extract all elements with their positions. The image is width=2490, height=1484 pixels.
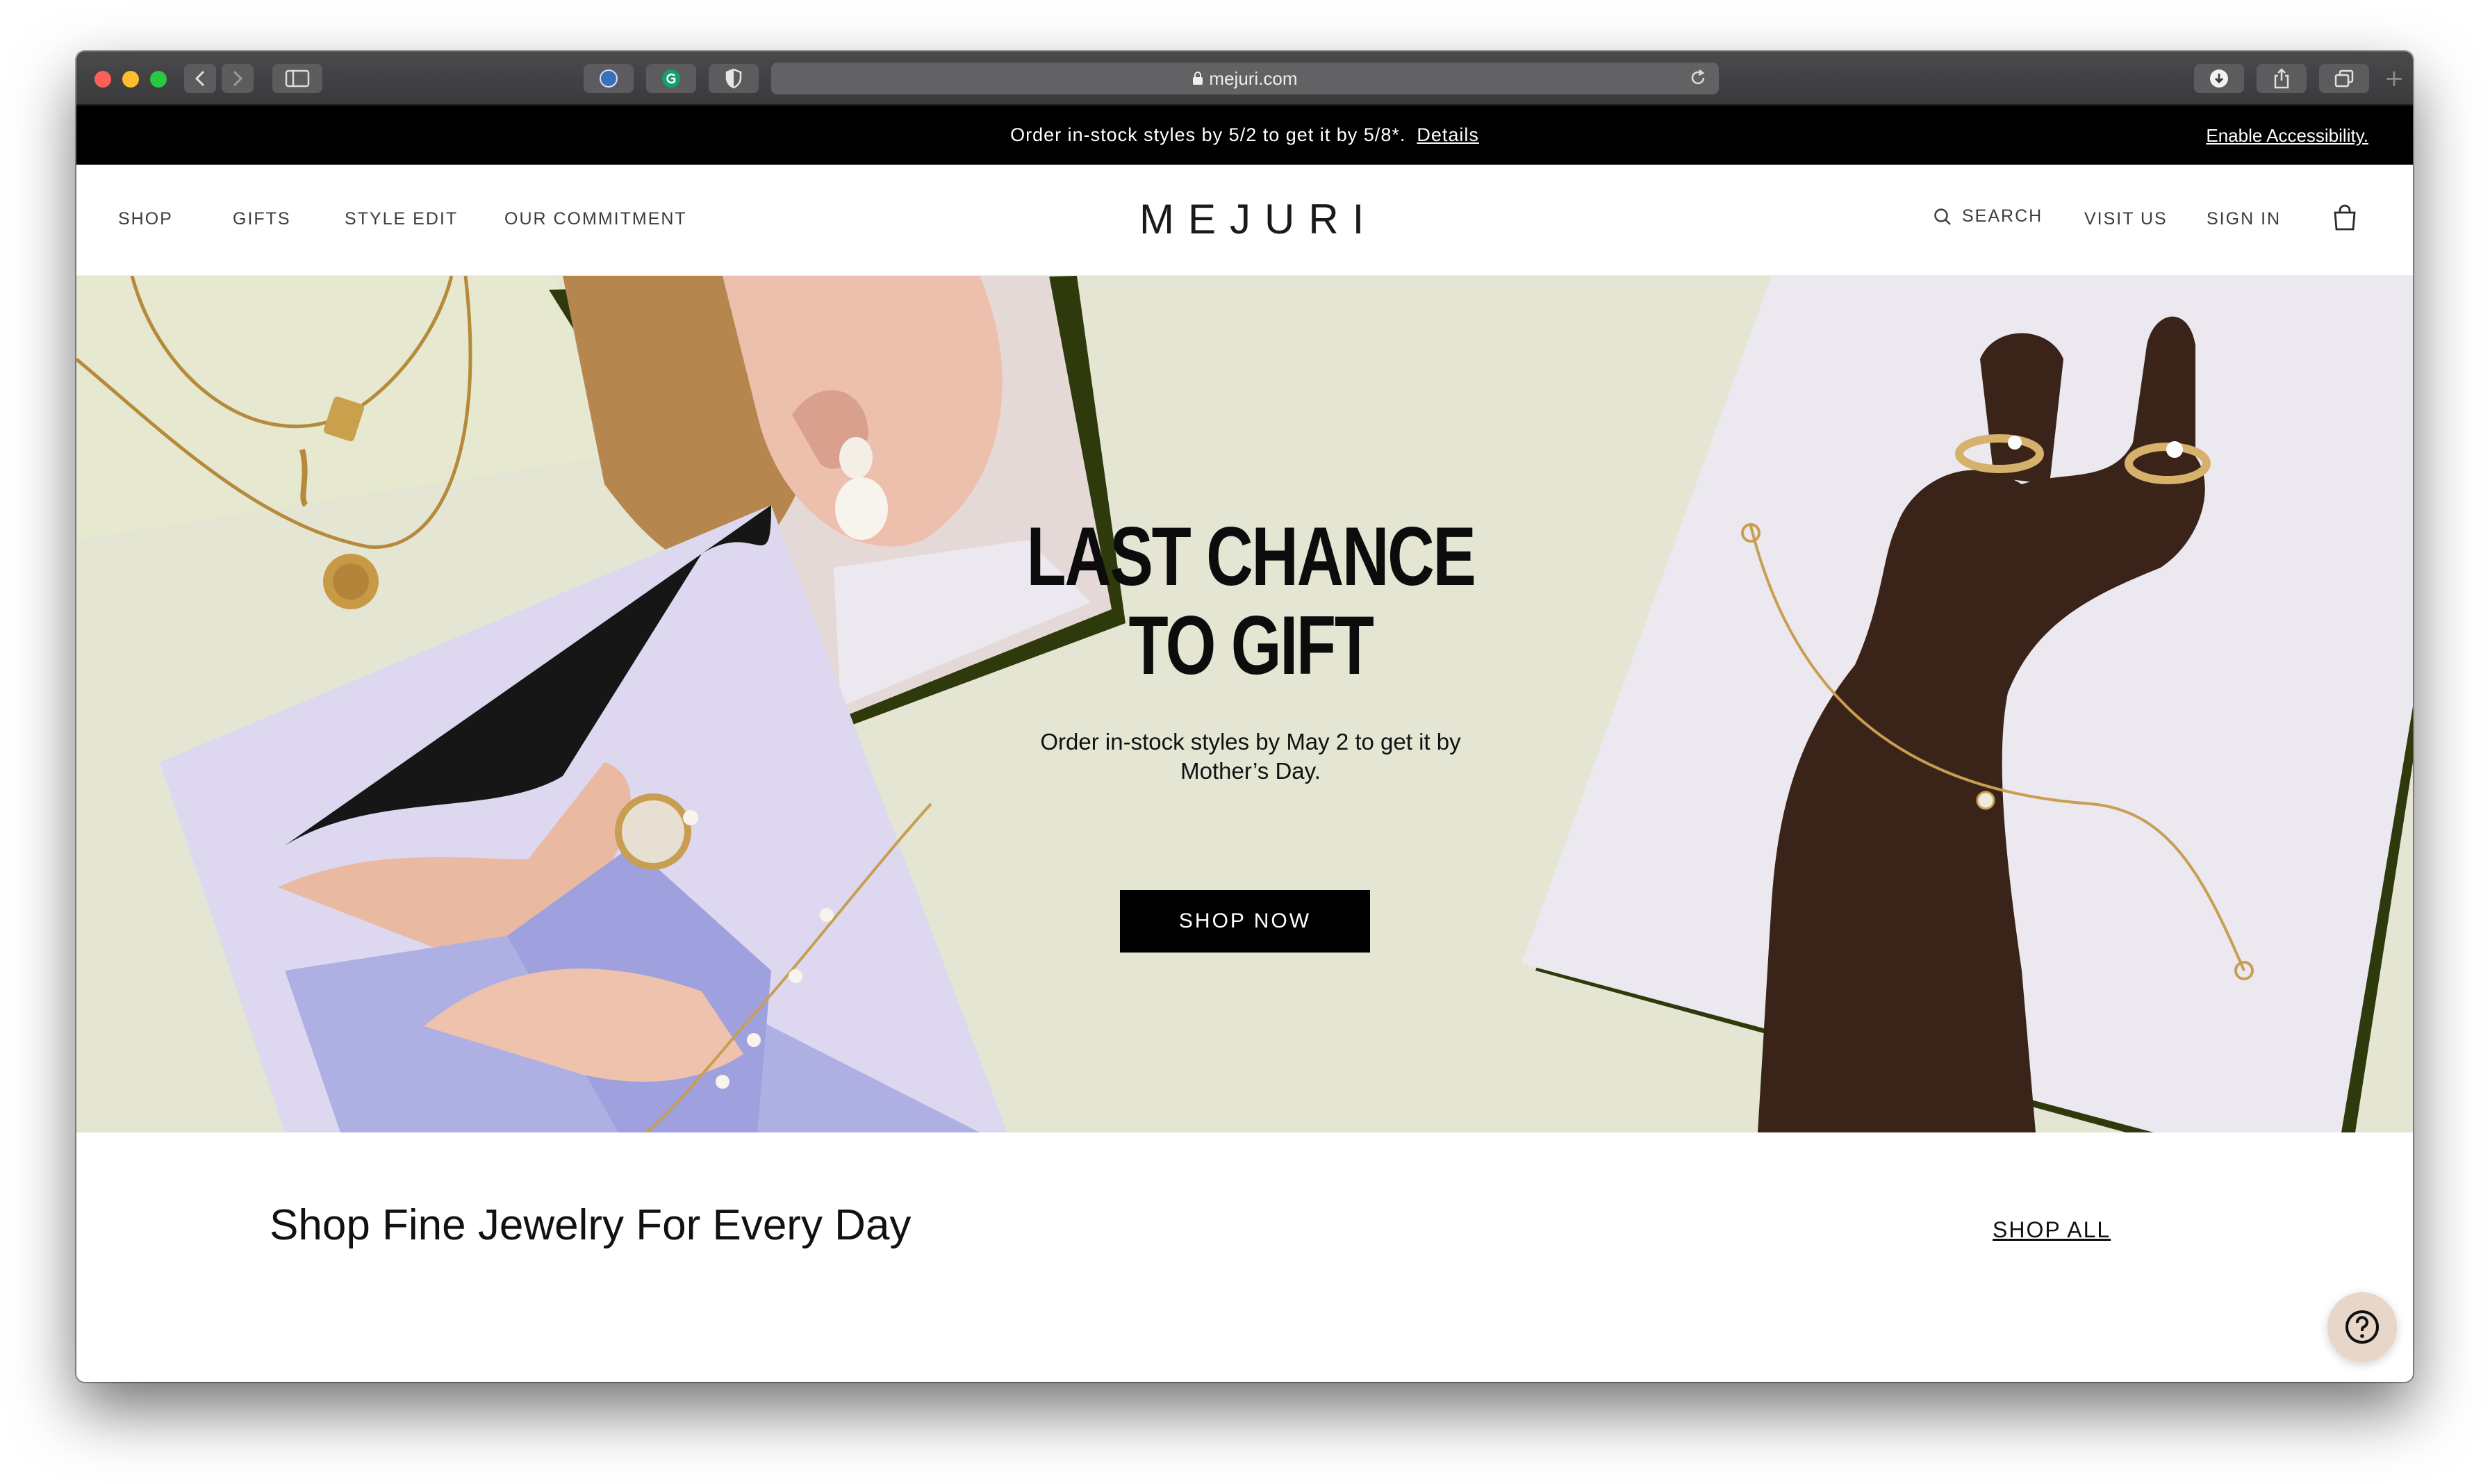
brand-logo[interactable]: MEJURI [1139, 195, 1364, 243]
close-window-button[interactable] [94, 71, 111, 88]
privacy-shield-button[interactable] [709, 64, 759, 93]
search-label: SEARCH [1962, 206, 2043, 226]
shop-all-link[interactable]: SHOP ALL [1993, 1217, 2111, 1243]
search-button[interactable]: SEARCH [1933, 206, 2043, 226]
grammarly-icon [662, 69, 680, 88]
hero-title-line-1: LAST CHANCE [1026, 510, 1476, 603]
share-icon [2274, 68, 2289, 89]
download-icon [2210, 69, 2228, 88]
nav-style-edit[interactable]: STYLE EDIT [345, 209, 458, 229]
sidebar-toggle-button[interactable] [272, 64, 322, 93]
chevron-right-icon [233, 70, 243, 87]
new-tab-button[interactable]: + [2375, 51, 2413, 106]
hero-banner: LAST CHANCE TO GIFT Order in-stock style… [76, 276, 2413, 1132]
lock-icon [1193, 72, 1203, 85]
grammarly-extension-button[interactable] [646, 64, 696, 93]
share-button[interactable] [2257, 64, 2307, 93]
shield-icon [725, 68, 742, 89]
extension-circle-icon [600, 69, 618, 88]
hero-collage-image [76, 276, 2413, 1132]
browser-window: mejuri.com + Order in-stock styles by 5/… [76, 51, 2413, 1382]
hero-subtitle: Order in-stock styles by May 2 to get it… [1040, 729, 1461, 784]
announcement-bar: Order in-stock styles by 5/2 to get it b… [76, 106, 2413, 165]
extension-button-1[interactable] [584, 64, 634, 93]
hero-title: LAST CHANCE TO GIFT [1023, 512, 1478, 690]
nav-our-commitment[interactable]: OUR COMMITMENT [504, 209, 687, 229]
search-icon [1934, 208, 1951, 225]
chevron-left-icon [195, 70, 205, 87]
downloads-button[interactable] [2194, 64, 2244, 93]
tabs-icon [2334, 69, 2354, 88]
back-button[interactable] [184, 64, 216, 93]
nav-shop[interactable]: SHOP [118, 209, 173, 229]
shop-now-button[interactable]: SHOP NOW [1120, 890, 1370, 953]
sidebar-icon [285, 69, 310, 88]
enable-accessibility-link[interactable]: Enable Accessibility. [2206, 125, 2368, 147]
stage: mejuri.com + Order in-stock styles by 5/… [0, 0, 2490, 1484]
url-text: mejuri.com [1209, 67, 1298, 89]
browser-toolbar: mejuri.com + [76, 51, 2413, 106]
help-button[interactable] [2327, 1292, 2397, 1362]
announcement-details-link[interactable]: Details [1417, 124, 1479, 146]
address-bar[interactable]: mejuri.com [771, 63, 1719, 94]
section-title: Shop Fine Jewelry For Every Day [270, 1201, 912, 1249]
announcement-text: Order in-stock styles by 5/2 to get it b… [1010, 124, 1406, 145]
zoom-window-button[interactable] [150, 71, 167, 88]
reload-icon[interactable] [1688, 68, 1708, 88]
tabs-overview-button[interactable] [2319, 64, 2369, 93]
nav-visit-us[interactable]: VISIT US [2084, 209, 2168, 229]
announcement-message: Order in-stock styles by 5/2 to get it b… [76, 106, 2413, 165]
nav-gifts[interactable]: GIFTS [233, 209, 291, 229]
shopping-bag-icon[interactable] [2332, 204, 2357, 231]
help-question-icon [2345, 1310, 2379, 1344]
minimize-window-button[interactable] [122, 71, 139, 88]
hero-title-line-2: TO GIFT [1128, 599, 1374, 692]
nav-sign-in[interactable]: SIGN IN [2207, 209, 2281, 229]
forward-button[interactable] [222, 64, 254, 93]
main-navigation: SHOP GIFTS STYLE EDIT OUR COMMITMENT MEJ… [76, 165, 2413, 276]
